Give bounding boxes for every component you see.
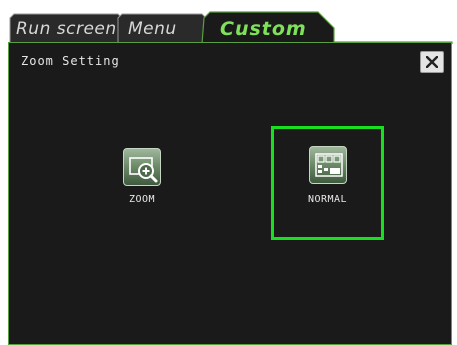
normal-option-label: NORMAL [307,194,348,205]
tab-bar: Run screen Menu Custom [0,0,457,44]
zoom-option-button[interactable]: ZOOM [86,134,198,246]
tab-menu[interactable]: Menu [128,16,177,42]
zoom-in-icon [123,148,161,186]
dialog-title: Zoom Setting [21,54,120,68]
normal-option-button[interactable]: NORMAL [271,126,384,240]
zoom-option-label: ZOOM [128,194,156,205]
tab-run-screen[interactable]: Run screen [16,16,117,42]
zoom-setting-panel: Zoom Setting ZOOM NORMAL [8,42,452,345]
normal-layout-icon [308,146,347,184]
close-button[interactable] [420,51,444,73]
tab-custom[interactable]: Custom [220,16,307,42]
close-icon [426,56,438,68]
